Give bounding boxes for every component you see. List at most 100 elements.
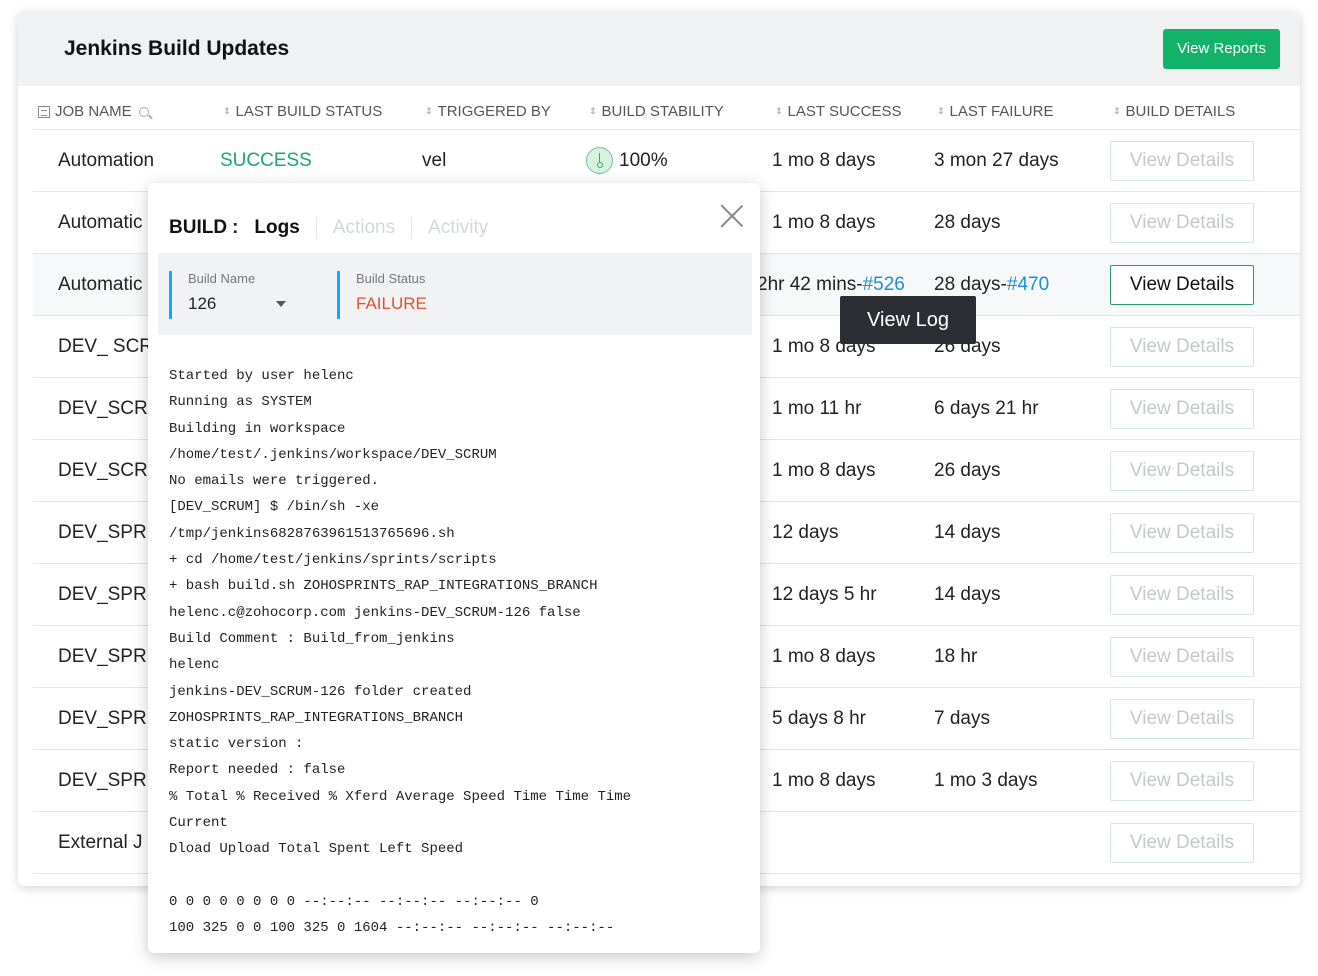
job-name-cell[interactable]: DEV_SPRI bbox=[58, 688, 152, 749]
job-name-cell[interactable]: DEV_SPRI bbox=[58, 502, 152, 563]
log-line: ZOHOSPRINTS_RAP_INTEGRATIONS_BRANCH bbox=[169, 709, 464, 726]
build-name-select[interactable]: 126 bbox=[188, 294, 287, 314]
last-success-cell: 1 mo 8 days bbox=[772, 130, 876, 191]
build-details-cell: View Details bbox=[1110, 699, 1254, 739]
job-name-cell[interactable]: Automatic bbox=[58, 192, 142, 253]
log-line: No emails were triggered. bbox=[169, 473, 380, 490]
job-name-cell[interactable]: Automatic bbox=[58, 254, 142, 315]
tab-actions[interactable]: Actions bbox=[333, 217, 395, 239]
build-details-cell: View Details bbox=[1110, 575, 1254, 615]
last-failure-value: 28 days bbox=[934, 212, 1001, 233]
column-last-failure[interactable]: ⇕ LAST FAILURE bbox=[937, 103, 1053, 120]
sort-icon[interactable]: ⇕ bbox=[589, 107, 597, 116]
last-failure-cell: 3 mon 27 days bbox=[934, 130, 1059, 191]
view-details-button[interactable]: View Details bbox=[1110, 761, 1254, 801]
log-line: % Total % Received % Xferd Average Speed… bbox=[169, 788, 632, 805]
view-details-button[interactable]: View Details bbox=[1110, 575, 1254, 615]
build-details-cell: View Details bbox=[1110, 265, 1254, 305]
job-name-cell[interactable]: DEV_SPRI bbox=[58, 626, 152, 687]
last-success-cell: 1 mo 8 days bbox=[772, 750, 876, 811]
view-details-button[interactable]: View Details bbox=[1110, 699, 1254, 739]
view-reports-button[interactable]: View Reports bbox=[1163, 29, 1280, 69]
table-header: JOB NAME ⇕ LAST BUILD STATUS ⇕ TRIGGERED… bbox=[33, 86, 1300, 130]
log-line: helenc bbox=[169, 657, 220, 674]
build-prefix-colon: : bbox=[232, 217, 239, 238]
build-details-cell: View Details bbox=[1110, 823, 1254, 863]
last-failure-build-link[interactable]: #470 bbox=[1007, 274, 1049, 295]
job-name-cell[interactable]: DEV_ SCR bbox=[58, 316, 153, 377]
sort-icon[interactable]: ⇕ bbox=[223, 107, 231, 116]
build-info-bar: Build Name 126 Build Status FAILURE bbox=[158, 253, 752, 335]
last-success-cell: 1 mo 8 days bbox=[772, 192, 876, 253]
sort-icon[interactable]: ⇕ bbox=[775, 107, 783, 116]
view-details-button[interactable]: View Details bbox=[1110, 451, 1254, 491]
column-label: BUILD DETAILS bbox=[1125, 103, 1236, 120]
tab-divider bbox=[411, 217, 413, 239]
job-name-cell[interactable]: DEV_SCRU bbox=[58, 440, 161, 501]
build-details-cell: View Details bbox=[1110, 389, 1254, 429]
column-last-build-status[interactable]: ⇕ LAST BUILD STATUS bbox=[223, 103, 382, 120]
sort-icon[interactable]: ⇕ bbox=[937, 107, 945, 116]
last-success-build-link[interactable]: #526 bbox=[863, 274, 905, 295]
job-name-cell[interactable]: DEV_SPRI bbox=[58, 564, 152, 625]
last-failure-cell: 6 days 21 hr bbox=[934, 378, 1039, 439]
last-success-cell: 1 mo 8 days bbox=[772, 440, 876, 501]
column-job-name[interactable]: JOB NAME bbox=[38, 103, 149, 120]
last-failure-value: 14 days bbox=[934, 522, 1001, 543]
log-line: 0 0 0 0 0 0 0 0 --:--:-- --:--:-- --:--:… bbox=[169, 893, 539, 910]
job-name-cell[interactable]: External J bbox=[58, 812, 142, 873]
status-badge: SUCCESS bbox=[220, 150, 312, 171]
column-last-success[interactable]: ⇕ LAST SUCCESS bbox=[775, 103, 901, 120]
last-failure-cell: 18 hr bbox=[934, 626, 977, 687]
view-details-button[interactable]: View Details bbox=[1110, 265, 1254, 305]
last-success-value: 12 days 5 hr bbox=[772, 584, 877, 605]
last-failure-cell: 7 days bbox=[934, 688, 990, 749]
view-details-button[interactable]: View Details bbox=[1110, 327, 1254, 367]
last-success-value: 1 mo 8 days bbox=[772, 460, 876, 481]
column-label: LAST FAILURE bbox=[949, 103, 1054, 120]
sort-icon[interactable]: ⇕ bbox=[1113, 107, 1121, 116]
tab-logs[interactable]: Logs bbox=[254, 217, 299, 239]
last-success-cell: 1 mo 8 days bbox=[772, 626, 876, 687]
log-line: 100 325 0 0 100 325 0 1604 --:--:-- --:-… bbox=[169, 920, 615, 937]
tab-activity[interactable]: Activity bbox=[428, 217, 488, 239]
log-line: static version : bbox=[169, 736, 304, 753]
table-settings-icon[interactable] bbox=[38, 105, 50, 118]
column-label: LAST BUILD STATUS bbox=[235, 103, 383, 120]
view-details-button[interactable]: View Details bbox=[1110, 513, 1254, 553]
column-label: TRIGGERED BY bbox=[437, 103, 551, 120]
column-label: LAST SUCCESS bbox=[787, 103, 902, 120]
job-name-cell[interactable]: Automation bbox=[58, 130, 154, 191]
build-details-cell: View Details bbox=[1110, 141, 1254, 181]
column-job-name-label: JOB NAME bbox=[55, 103, 132, 120]
last-failure-cell: 1 mo 3 days bbox=[934, 750, 1038, 811]
job-name-cell[interactable]: DEV_SCRU bbox=[58, 378, 161, 439]
view-details-button[interactable]: View Details bbox=[1110, 203, 1254, 243]
close-icon[interactable] bbox=[719, 203, 745, 229]
view-details-button[interactable]: View Details bbox=[1110, 141, 1254, 181]
build-prefix-label: BUILD bbox=[169, 217, 228, 238]
chevron-down-icon[interactable] bbox=[276, 301, 287, 307]
log-line: /home/test/.jenkins/workspace/DEV_SCRUM bbox=[169, 446, 497, 463]
view-details-button[interactable]: View Details bbox=[1110, 389, 1254, 429]
job-name-cell[interactable]: DEV_SPRI bbox=[58, 750, 152, 811]
search-icon[interactable] bbox=[138, 106, 149, 117]
build-details-cell: View Details bbox=[1110, 637, 1254, 677]
build-name-label: Build Name bbox=[188, 271, 256, 286]
last-failure-cell: 14 days bbox=[934, 502, 1001, 563]
build-details-cell: View Details bbox=[1110, 451, 1254, 491]
log-line: Started by user helenc bbox=[169, 368, 354, 384]
column-build-stability[interactable]: ⇕ BUILD STABILITY bbox=[589, 103, 724, 120]
last-success-value: 1 mo 8 days bbox=[772, 646, 876, 667]
view-details-button[interactable]: View Details bbox=[1110, 823, 1254, 863]
card-header: Jenkins Build Updates View Reports bbox=[18, 12, 1300, 86]
view-details-button[interactable]: View Details bbox=[1110, 637, 1254, 677]
log-line: Build Comment : Build_from_jenkins bbox=[169, 630, 455, 647]
column-build-details[interactable]: ⇕ BUILD DETAILS bbox=[1113, 103, 1235, 120]
stability-value: 100% bbox=[619, 150, 668, 171]
popup-tabs: BUILD : Logs Actions Activity bbox=[169, 215, 488, 241]
sort-icon[interactable]: ⇕ bbox=[425, 107, 433, 116]
column-label: BUILD STABILITY bbox=[601, 103, 724, 120]
column-triggered-by[interactable]: ⇕ TRIGGERED BY bbox=[425, 103, 551, 120]
build-name-block[interactable]: Build Name 126 bbox=[169, 271, 287, 319]
